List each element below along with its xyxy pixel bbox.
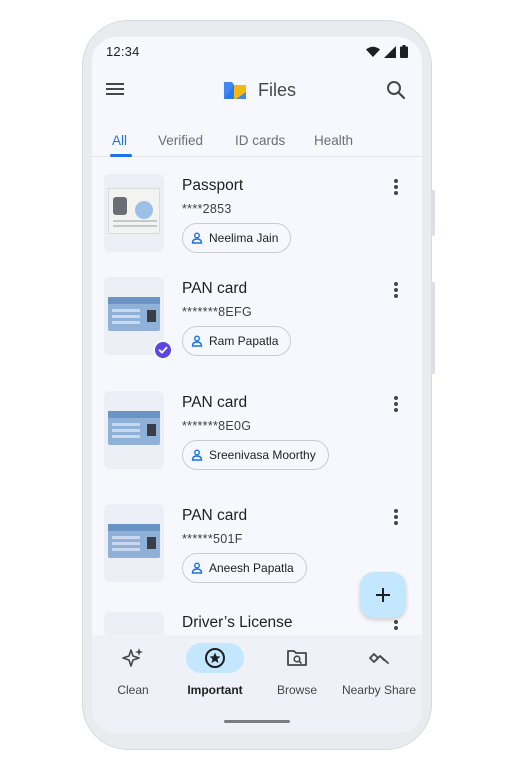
kebab-dot [394,521,398,525]
document-title: PAN card [182,507,248,524]
plus-icon [376,588,390,602]
kebab-dot [394,179,398,183]
verified-badge [153,340,173,360]
gesture-bar[interactable] [224,720,290,723]
kebab-dot [394,396,398,400]
nav-pill [104,643,162,673]
status-time: 12:34 [106,44,140,59]
star-circle-icon [205,648,225,668]
nav-label: Browse [276,683,317,697]
more-options-button[interactable] [392,618,400,632]
app-title: Files [222,79,296,101]
tab-id-cards[interactable]: ID cards [235,133,285,148]
menu-button[interactable] [106,81,128,101]
sparkle-icon [122,648,143,667]
pan-card-image [108,524,160,558]
pan-card-image [108,297,160,331]
owner-name: Sreenivasa Moorthy [209,448,316,462]
document-title: PAN card [182,394,248,411]
nav-browse[interactable]: Browse [256,643,338,697]
kebab-dot [394,282,398,286]
more-options-button[interactable] [392,280,400,300]
folder-search-icon [287,650,307,666]
kebab-dot [394,620,398,624]
document-title: Passport [182,177,244,194]
list-item[interactable]: PAN card *******8E0G Sreenivasa Moorthy [92,391,422,491]
tab-bar: All Verified ID cards Health [92,129,422,157]
battery-icon [400,45,408,58]
kebab-dot [394,408,398,412]
owner-chip[interactable]: Aneesh Papatla [182,553,307,583]
kebab-dot [394,288,398,292]
document-thumbnail [104,504,164,582]
owner-name: Ram Papatla [209,334,279,348]
person-icon [191,449,203,461]
document-number: ******501F [182,532,243,546]
owner-name: Aneesh Papatla [209,561,294,575]
pan-card-image [108,411,160,445]
owner-chip[interactable]: Ram Papatla [182,326,292,356]
document-number: *******8EFG [182,305,252,319]
screen: 12:34 Files All Verified ID cards Health [92,37,422,733]
list-item[interactable]: PAN card *******8EFG Ram Papatla [92,277,422,377]
tab-verified[interactable]: Verified [158,133,203,148]
menu-icon [106,83,124,95]
person-icon [191,232,203,244]
search-icon [387,81,406,100]
list-item[interactable]: Passport ****2853 Neelima Jain [92,174,422,274]
wifi-icon [366,46,380,57]
signal-icon [384,45,396,58]
passport-image [108,188,160,234]
search-button[interactable] [386,80,408,102]
document-thumbnail [104,391,164,469]
kebab-dot [394,402,398,406]
app-title-text: Files [258,79,297,100]
nav-pill [268,643,326,673]
more-options-button[interactable] [392,394,400,414]
kebab-dot [394,509,398,513]
power-button [431,190,435,236]
nav-important[interactable]: Important [174,643,256,697]
document-number: ****2853 [182,202,232,216]
owner-chip[interactable]: Sreenivasa Moorthy [182,440,329,470]
kebab-dot [394,191,398,195]
nav-pill [186,643,244,673]
volume-button [431,282,435,374]
check-icon [158,346,168,354]
nearby-share-icon [369,653,389,664]
kebab-dot [394,294,398,298]
tab-health[interactable]: Health [314,133,353,148]
tab-indicator [110,154,132,157]
status-icons [366,45,408,58]
app-bar: Files [92,67,422,115]
document-title: PAN card [182,280,248,297]
owner-name: Neelima Jain [209,231,279,245]
nav-clean[interactable]: Clean [92,643,174,697]
document-number: *******8E0G [182,419,252,433]
person-icon [191,335,203,347]
nav-label: Important [187,683,243,697]
more-options-button[interactable] [392,507,400,527]
document-thumbnail [104,174,164,252]
tab-all[interactable]: All [112,133,127,148]
status-bar: 12:34 [92,37,422,67]
files-logo-icon [224,82,246,99]
person-icon [191,562,203,574]
document-title: Driver’s License [182,614,293,631]
nav-label: Clean [117,683,149,697]
kebab-dot [394,515,398,519]
kebab-dot [394,185,398,189]
nav-pill [350,643,408,673]
nav-label: Nearby Share [341,683,417,697]
owner-chip[interactable]: Neelima Jain [182,223,292,253]
document-thumbnail [104,612,164,636]
kebab-dot [394,626,398,630]
nav-nearby-share[interactable]: Nearby Share [338,643,420,697]
add-document-button[interactable] [360,572,406,618]
bottom-navigation: Clean Important Browse Nearby Share [92,635,422,733]
more-options-button[interactable] [392,177,400,197]
